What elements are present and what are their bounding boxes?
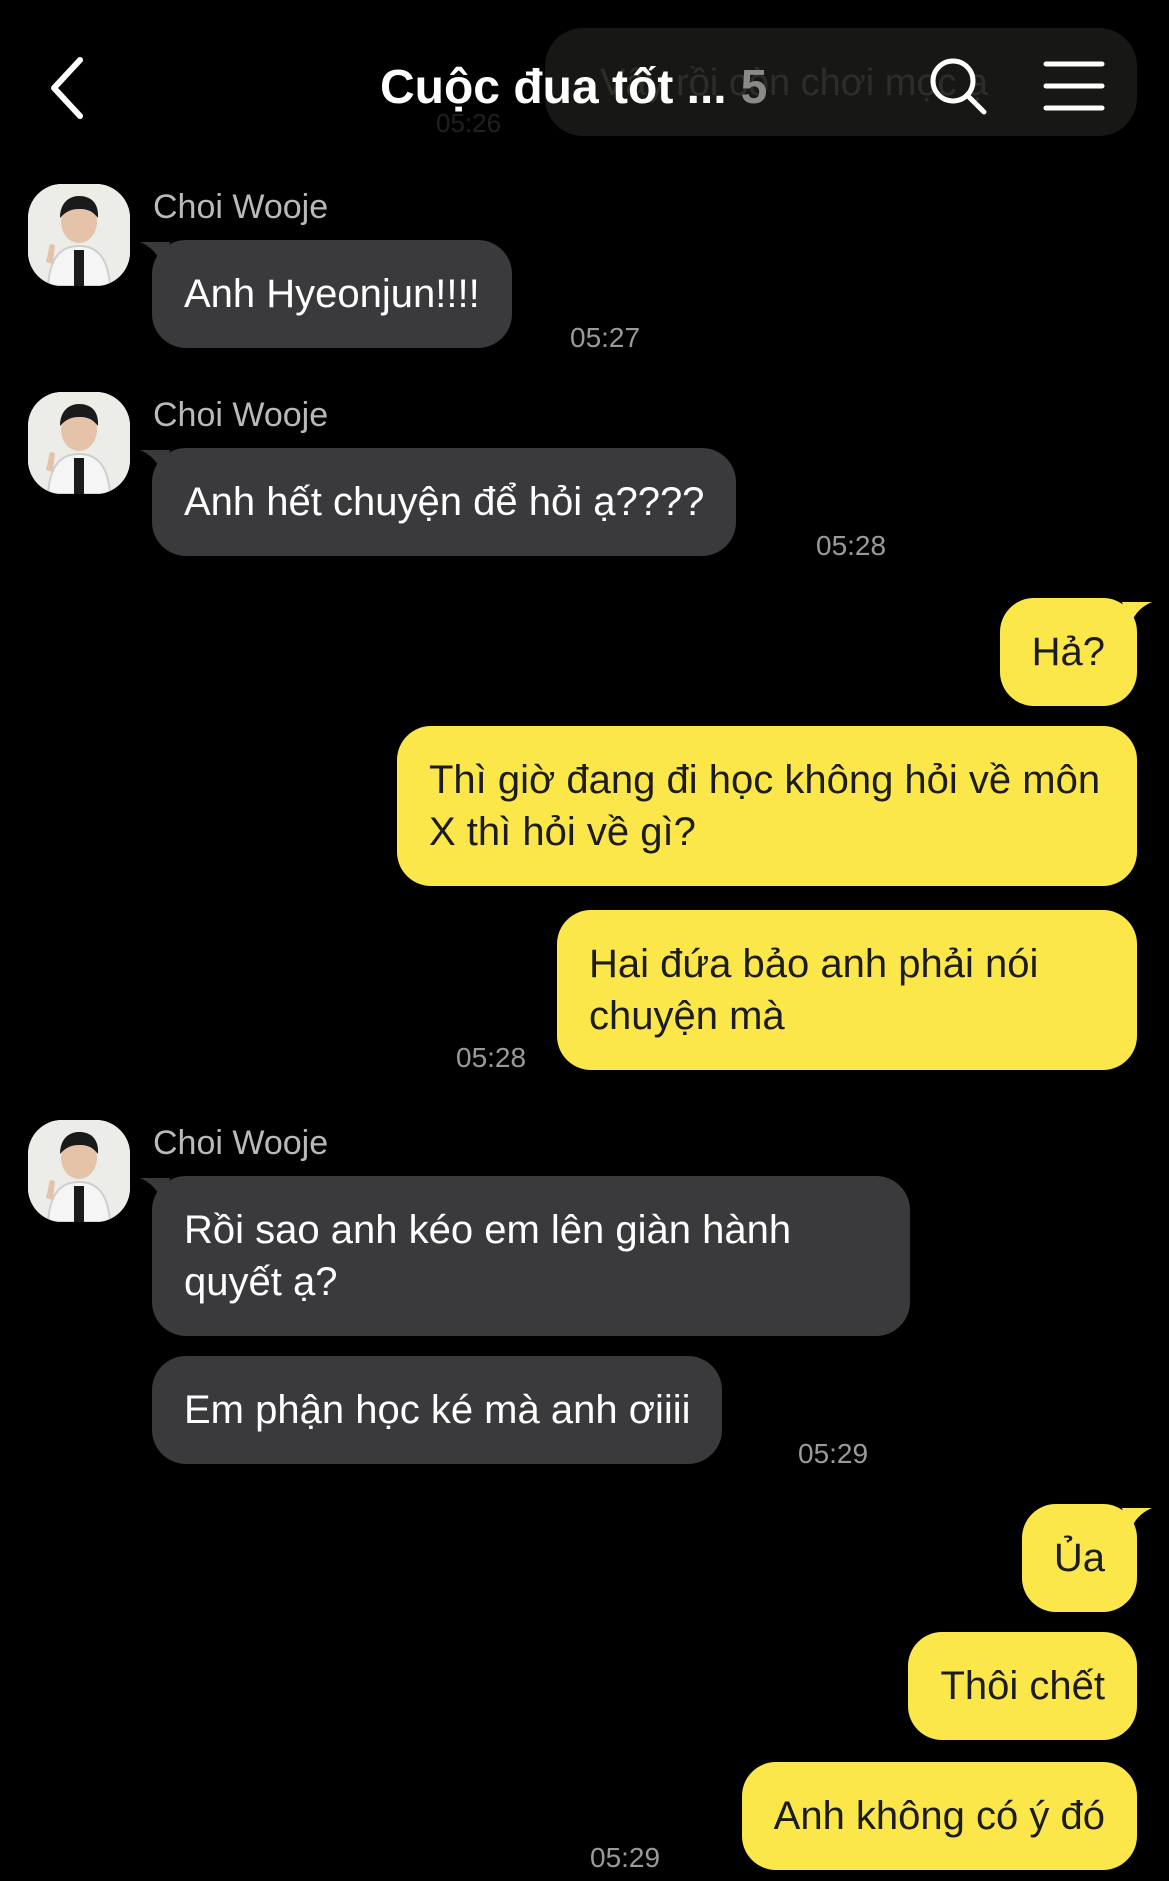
outgoing-message-bubble[interactable]: Hai đứa bảo anh phải nói chuyện mà xyxy=(557,910,1137,1070)
search-icon xyxy=(930,58,987,115)
chat-screen: Vậy rồi còn chơi mọc ạ 05:26 Cuộc đua tố… xyxy=(0,0,1169,1881)
chat-title-area[interactable]: Cuộc đua tốt ... 5 xyxy=(380,58,767,118)
avatar[interactable] xyxy=(28,1120,130,1222)
outgoing-message-bubble[interactable]: Thì giờ đang đi học không hỏi về môn X t… xyxy=(397,726,1137,886)
message-text: Rồi sao anh kéo em lên giàn hành quyết ạ… xyxy=(184,1208,792,1304)
profile-photo xyxy=(28,392,130,494)
sender-name: Choi Wooje xyxy=(153,396,329,434)
back-button[interactable] xyxy=(40,48,100,128)
member-count: 5 xyxy=(740,61,768,114)
incoming-message-bubble[interactable]: Em phận học ké mà anh ơiiii xyxy=(152,1356,723,1464)
incoming-message-bubble[interactable]: Anh hết chuyện để hỏi ạ???? xyxy=(152,448,737,556)
chevron-left-icon xyxy=(51,57,83,119)
chat-header: Vậy rồi còn chơi mọc ạ 05:26 Cuộc đua tố… xyxy=(0,0,1169,170)
message-text: Thôi chết xyxy=(940,1664,1105,1708)
message-timestamp: 05:28 xyxy=(816,530,887,561)
message-text: Hả? xyxy=(1031,630,1105,674)
menu-button[interactable] xyxy=(1042,58,1106,114)
message-text: Anh hết chuyện để hỏi ạ???? xyxy=(184,480,705,524)
incoming-message-bubble[interactable]: Rồi sao anh kéo em lên giàn hành quyết ạ… xyxy=(152,1176,910,1336)
message-text: Anh Hyeonjun!!!! xyxy=(184,272,480,316)
message-timestamp: 05:29 xyxy=(798,1438,869,1469)
incoming-message-bubble[interactable]: Anh Hyeonjun!!!! xyxy=(152,240,512,348)
search-button[interactable] xyxy=(926,54,990,118)
chat-title: Cuộc đua tốt ... xyxy=(380,61,727,114)
message-text: Em phận học ké mà anh ơiiii xyxy=(184,1388,691,1432)
message-text: Anh không có ý đó xyxy=(773,1794,1105,1838)
sender-name: Choi Wooje xyxy=(153,1124,329,1162)
avatar[interactable] xyxy=(28,392,130,494)
message-timestamp: 05:28 xyxy=(456,1042,527,1073)
outgoing-message-bubble[interactable]: Hả? xyxy=(999,598,1137,706)
message-timestamp: 05:27 xyxy=(570,322,641,353)
outgoing-message-bubble[interactable]: Ủa xyxy=(1021,1504,1137,1612)
outgoing-message-bubble[interactable]: Thôi chết xyxy=(908,1632,1137,1740)
hamburger-menu-icon xyxy=(1043,61,1105,111)
message-text: Ủa xyxy=(1053,1536,1105,1580)
message-timestamp: 05:29 xyxy=(590,1842,661,1873)
profile-photo xyxy=(28,184,130,286)
outgoing-message-bubble[interactable]: Anh không có ý đó xyxy=(741,1762,1137,1870)
avatar[interactable] xyxy=(28,184,130,286)
profile-photo xyxy=(28,1120,130,1222)
message-text: Hai đứa bảo anh phải nói chuyện mà xyxy=(589,942,1039,1038)
sender-name: Choi Wooje xyxy=(153,188,329,226)
message-text: Thì giờ đang đi học không hỏi về môn X t… xyxy=(429,758,1101,854)
